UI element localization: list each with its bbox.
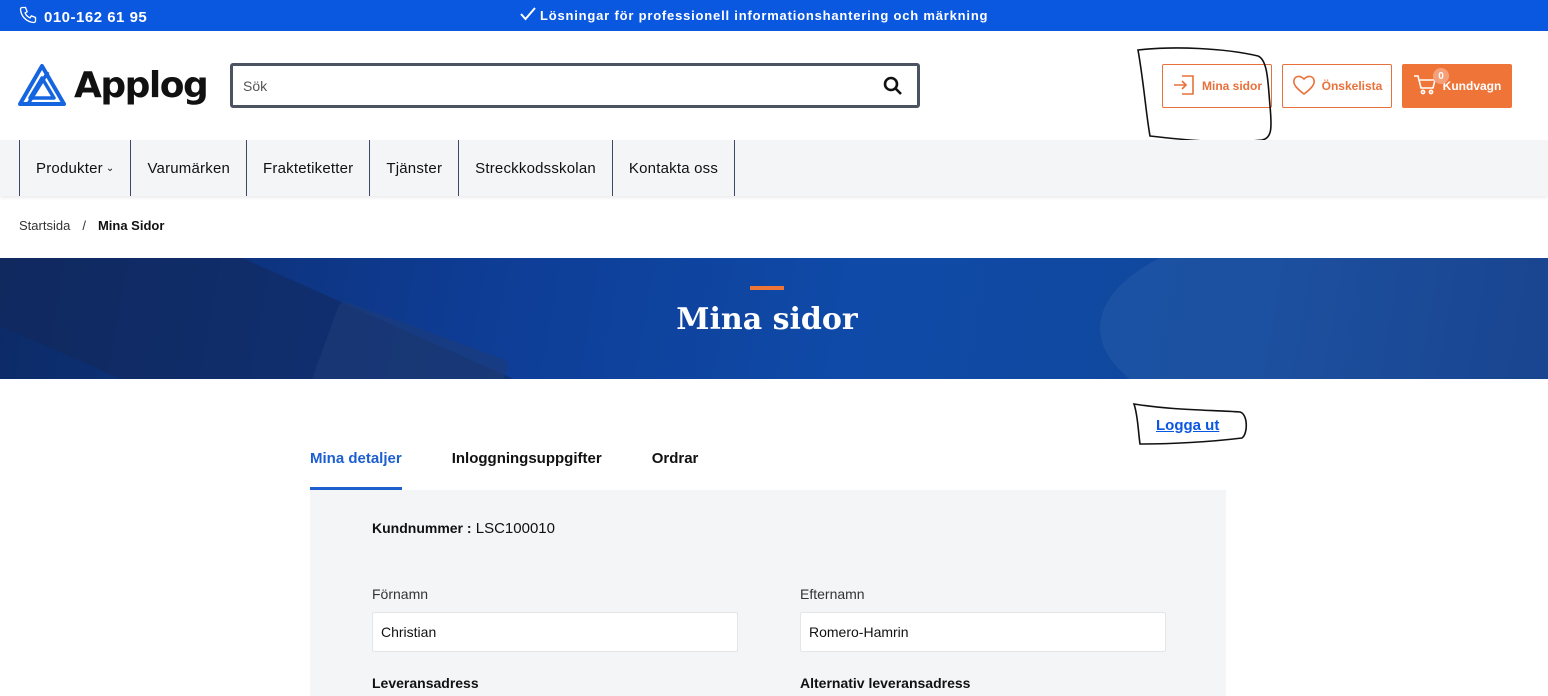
- tagline: Lösningar för professionell informations…: [520, 7, 988, 24]
- heart-icon: [1292, 74, 1316, 99]
- nav-item-varumarken[interactable]: Varumärken: [131, 140, 248, 196]
- account-tabs: Mina detaljer Inloggningsuppgifter Ordra…: [310, 450, 698, 490]
- nav-item-tjanster[interactable]: Tjänster: [370, 140, 460, 196]
- details-panel: Kundnummer : LSC100010 Förnamn Efternamn…: [310, 490, 1226, 696]
- search-box[interactable]: [230, 63, 920, 108]
- nav-item-label: Produkter: [36, 159, 103, 177]
- applog-logo[interactable]: Applog: [18, 64, 209, 106]
- nav-item-label: Tjänster: [386, 159, 443, 177]
- tab-ordrar[interactable]: Ordrar: [652, 450, 699, 490]
- phone-icon: [18, 5, 38, 29]
- phone-number: 010-162 61 95: [44, 8, 148, 26]
- breadcrumb-home[interactable]: Startsida: [19, 218, 70, 233]
- first-name-field[interactable]: [372, 612, 738, 652]
- hero-banner: Mina sidor: [0, 258, 1548, 379]
- logout-link[interactable]: Logga ut: [1156, 417, 1219, 434]
- delivery-address-label: Leveransadress: [372, 675, 479, 691]
- phone-link[interactable]: 010-162 61 95: [18, 5, 147, 29]
- cart-count-badge: 0: [1433, 68, 1449, 84]
- breadcrumb: Startsida / Mina Sidor: [19, 218, 164, 233]
- login-icon: [1172, 74, 1196, 99]
- customer-number-value: LSC100010: [475, 520, 555, 537]
- search-input[interactable]: [243, 74, 863, 98]
- mina-sidor-button[interactable]: Mina sidor: [1162, 64, 1272, 108]
- breadcrumb-separator: /: [82, 218, 86, 233]
- tagline-text: Lösningar för professionell informations…: [540, 8, 989, 23]
- last-name-label: Efternamn: [800, 586, 865, 602]
- mina-sidor-label: Mina sidor: [1201, 79, 1262, 93]
- nav-item-label: Fraktetiketter: [263, 159, 354, 177]
- chevron-down-icon: ⌄: [105, 162, 115, 174]
- tab-inloggningsuppgifter[interactable]: Inloggningsuppgifter: [452, 450, 602, 490]
- nav-item-kontakta-oss[interactable]: Kontakta oss: [613, 140, 736, 196]
- top-bar: 010-162 61 95 Lösningar för professionel…: [0, 0, 1548, 31]
- last-name-field[interactable]: [800, 612, 1166, 652]
- customer-number: Kundnummer : LSC100010: [372, 520, 555, 537]
- first-name-input[interactable]: [373, 613, 737, 651]
- page-title: Mina sidor: [676, 302, 858, 337]
- nav-item-produkter[interactable]: Produkter ⌄: [20, 140, 132, 196]
- main-nav: Produkter ⌄ Varumärken Fraktetiketter Tj…: [0, 140, 1548, 196]
- customer-number-label: Kundnummer :: [372, 520, 472, 536]
- nav-item-streckkodsskolan[interactable]: Streckkodsskolan: [459, 140, 613, 196]
- cart-button[interactable]: 0 Kundvagn: [1402, 64, 1512, 108]
- last-name-input[interactable]: [801, 613, 1165, 651]
- applog-logo-icon: [18, 64, 66, 106]
- tab-mina-detaljer[interactable]: Mina detaljer: [310, 450, 402, 490]
- nav-item-label: Streckkodsskolan: [475, 159, 596, 177]
- wishlist-label: Önskelista: [1321, 79, 1383, 93]
- nav-item-label: Varumärken: [147, 159, 231, 177]
- breadcrumb-current: Mina Sidor: [97, 218, 165, 233]
- check-icon: [520, 7, 536, 24]
- cart-label: Kundvagn: [1442, 79, 1502, 93]
- nav-item-label: Kontakta oss: [628, 159, 719, 177]
- hero-accent-line: [750, 286, 784, 290]
- first-name-label: Förnamn: [372, 586, 429, 602]
- alt-delivery-address-label: Alternativ leveransadress: [800, 675, 971, 691]
- search-icon[interactable]: [883, 76, 903, 101]
- logo-text: Applog: [74, 64, 209, 106]
- nav-item-fraktetiketter[interactable]: Fraktetiketter: [247, 140, 371, 196]
- wishlist-button[interactable]: Önskelista: [1282, 64, 1392, 108]
